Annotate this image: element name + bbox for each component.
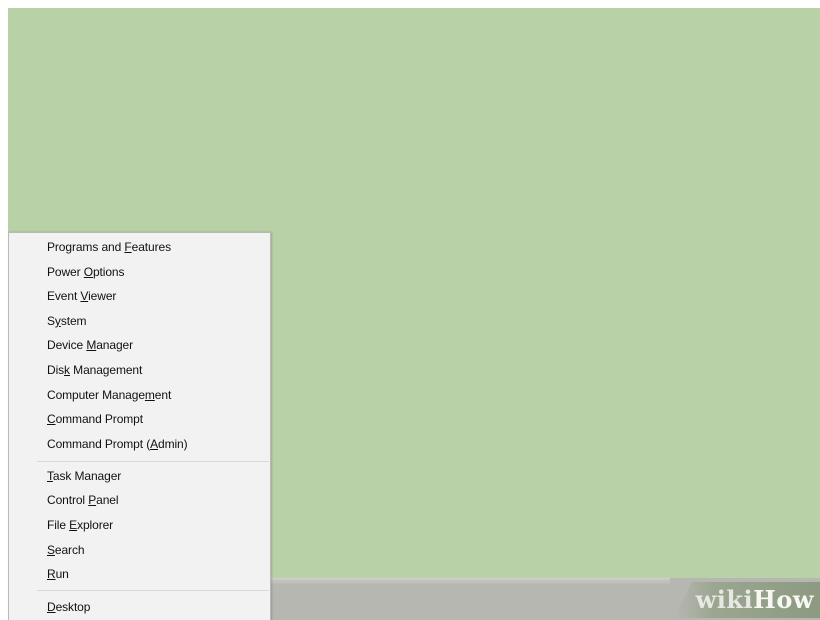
menu-item-run[interactable]: Run <box>47 564 69 584</box>
menu-item-computer-management[interactable]: Computer Management <box>47 385 171 405</box>
menu-separator <box>37 590 269 591</box>
access-key-letter: k <box>64 363 70 377</box>
menu-item-file-explorer[interactable]: File Explorer <box>47 515 113 535</box>
watermark-text: wikiHow <box>696 585 814 614</box>
access-key-letter: S <box>47 543 55 557</box>
access-key-letter: F <box>124 240 132 254</box>
access-key-letter: R <box>47 567 56 581</box>
menu-item-command-prompt[interactable]: Command Prompt <box>47 409 143 429</box>
menu-item-event-viewer[interactable]: Event Viewer <box>47 286 116 306</box>
quick-link-menu: Programs and Features Power Options Even… <box>8 232 271 620</box>
watermark-part2: How <box>753 585 814 614</box>
access-key-letter: E <box>69 518 78 532</box>
access-key-letter: y <box>54 314 61 328</box>
access-key-letter: C <box>47 412 56 426</box>
menu-item-search[interactable]: Search <box>47 540 85 560</box>
wikihow-watermark: wikiHow <box>670 578 820 620</box>
access-key-letter: P <box>88 493 97 507</box>
menu-item-desktop[interactable]: Desktop <box>47 597 90 617</box>
menu-item-system[interactable]: System <box>47 311 87 331</box>
screenshot-frame: wikiHow Programs and Features Power Opti… <box>0 0 820 620</box>
access-key-letter: T <box>47 469 53 483</box>
menu-item-disk-management[interactable]: Disk Management <box>47 360 142 380</box>
access-key-letter: V <box>80 289 89 303</box>
access-key-letter: D <box>47 600 56 614</box>
access-key-letter: O <box>83 265 93 279</box>
access-key-letter: A <box>150 437 159 451</box>
access-key-letter: m <box>144 388 155 402</box>
menu-item-control-panel[interactable]: Control Panel <box>47 490 119 510</box>
menu-item-task-manager[interactable]: Task Manager <box>47 466 121 486</box>
menu-separator <box>37 461 269 462</box>
access-key-letter: M <box>86 338 97 352</box>
menu-item-programs-and-features[interactable]: Programs and Features <box>47 237 171 257</box>
watermark-part1: wiki <box>695 585 754 614</box>
menu-item-power-options[interactable]: Power Options <box>47 262 125 282</box>
menu-item-device-manager[interactable]: Device Manager <box>47 335 133 355</box>
menu-item-command-prompt-admin[interactable]: Command Prompt (Admin) <box>47 434 188 454</box>
